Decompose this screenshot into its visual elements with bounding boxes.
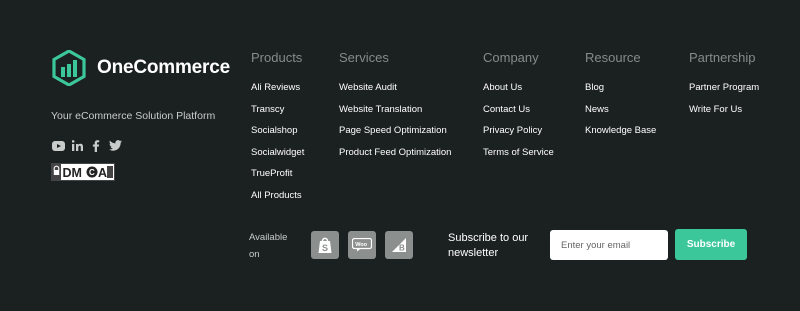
footer-link-all-products[interactable]: All Products — [251, 190, 304, 212]
subscribe-text: Subscribe to our newsletter — [448, 232, 529, 259]
column-heading: Resource — [585, 50, 641, 65]
column-heading: Partnership — [689, 50, 756, 65]
footer-link-contact-us[interactable]: Contact Us — [483, 104, 554, 126]
subscribe-button[interactable]: Subscribe — [675, 229, 747, 260]
svg-text:A: A — [98, 166, 107, 180]
youtube-icon[interactable] — [51, 139, 65, 152]
available-on-label: Available on — [249, 232, 288, 260]
svg-text:S: S — [322, 243, 328, 253]
linkedin-icon[interactable] — [70, 139, 84, 152]
platform-icons: S Woo B — [311, 231, 413, 259]
bigcommerce-icon[interactable]: B — [385, 231, 413, 259]
dmca-badge[interactable]: DM C A — [51, 163, 115, 181]
footer-link-website-translation[interactable]: Website Translation — [339, 104, 451, 126]
footer-link-product-feed-optimization[interactable]: Product Feed Optimization — [339, 147, 451, 169]
footer-column-services: Services Website Audit Website Translati… — [339, 51, 451, 168]
svg-text:C: C — [89, 168, 95, 177]
svg-text:Woo: Woo — [355, 242, 367, 248]
footer-link-socialwidget[interactable]: Socialwidget — [251, 147, 304, 169]
footer-link-write-for-us[interactable]: Write For Us — [689, 104, 759, 126]
footer-column-company: Company About Us Contact Us Privacy Poli… — [483, 51, 554, 168]
svg-text:B: B — [399, 244, 405, 253]
column-heading: Company — [483, 50, 539, 65]
footer-link-knowledge-base[interactable]: Knowledge Base — [585, 125, 656, 147]
brand-name: OneCommerce — [97, 57, 230, 78]
footer-link-news[interactable]: News — [585, 104, 656, 126]
footer-link-terms-of-service[interactable]: Terms of Service — [483, 147, 554, 169]
woocommerce-icon[interactable]: Woo — [348, 231, 376, 259]
facebook-icon[interactable] — [89, 139, 103, 152]
shopify-icon[interactable]: S — [311, 231, 339, 259]
footer-column-products: Products Ali Reviews Transcy Socialshop … — [251, 51, 304, 211]
footer-link-blog[interactable]: Blog — [585, 82, 656, 104]
footer-link-socialshop[interactable]: Socialshop — [251, 125, 304, 147]
footer-link-partner-program[interactable]: Partner Program — [689, 82, 759, 104]
footer-link-website-audit[interactable]: Website Audit — [339, 82, 451, 104]
column-heading: Products — [251, 50, 303, 65]
email-input[interactable] — [550, 230, 668, 260]
footer-column-partnership: Partnership Partner Program Write For Us — [689, 51, 759, 125]
column-heading: Services — [339, 50, 389, 65]
brand-tagline: Your eCommerce Solution Platform — [51, 110, 216, 122]
footer-link-page-speed-optimization[interactable]: Page Speed Optimization — [339, 125, 451, 147]
footer-link-transcy[interactable]: Transcy — [251, 104, 304, 126]
footer-column-resource: Resource Blog News Knowledge Base — [585, 51, 656, 147]
svg-text:DM: DM — [63, 166, 82, 180]
footer-link-about-us[interactable]: About Us — [483, 82, 554, 104]
twitter-icon[interactable] — [108, 139, 122, 152]
footer-link-ali-reviews[interactable]: Ali Reviews — [251, 82, 304, 104]
onecommerce-logo-icon — [52, 50, 86, 86]
brand[interactable]: OneCommerce — [51, 50, 230, 86]
footer-link-privacy-policy[interactable]: Privacy Policy — [483, 125, 554, 147]
social-links — [51, 139, 122, 152]
footer-link-trueprofit[interactable]: TrueProfit — [251, 168, 304, 190]
